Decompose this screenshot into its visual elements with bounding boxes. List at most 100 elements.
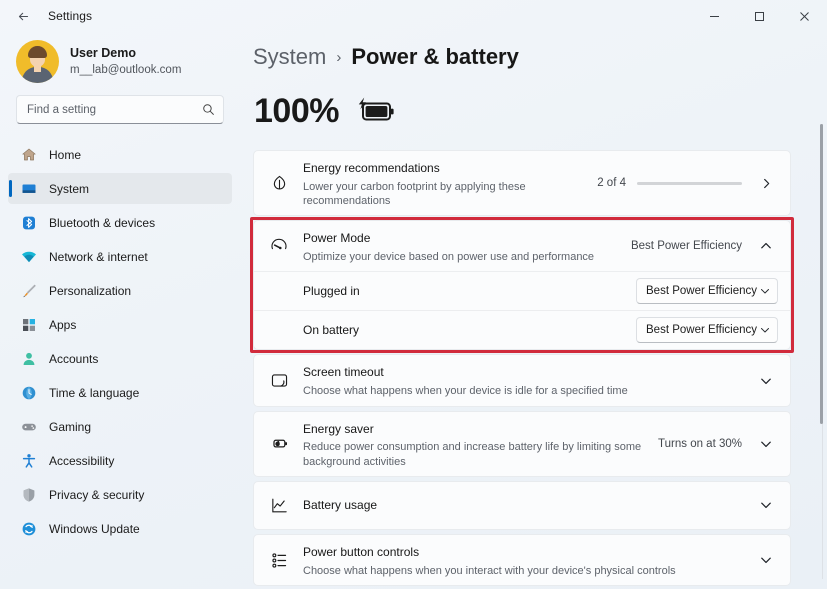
card-right: [753, 547, 779, 573]
sidebar-item-privacy-security[interactable]: Privacy & security: [8, 479, 232, 510]
card-row[interactable]: Power Mode Optimize your device based on…: [254, 221, 790, 271]
breadcrumb: System › Power & battery: [253, 32, 791, 82]
shield-icon: [20, 486, 37, 503]
card-title: Power Mode: [303, 231, 371, 246]
card-text: Screen timeout Choose what happens when …: [303, 362, 740, 398]
sidebar-item-label: System: [49, 181, 90, 196]
card-right: [753, 368, 779, 394]
wifi-icon: [20, 248, 37, 265]
card-title: Battery usage: [303, 498, 378, 513]
card-row[interactable]: Energy recommendations Lower your carbon…: [254, 151, 790, 215]
sidebar-item-label: Home: [49, 147, 82, 162]
sidebar-item-bluetooth-devices[interactable]: Bluetooth & devices: [8, 207, 232, 238]
chevron-right-icon[interactable]: [753, 170, 779, 196]
power-mode-row-on-battery: On battery Best Power Efficiency: [254, 310, 790, 349]
leaf-icon: [268, 172, 290, 194]
list-controls-icon: [268, 549, 290, 571]
chevron-up-icon[interactable]: [753, 233, 779, 259]
minimize-button[interactable]: [692, 0, 737, 32]
card-screen-timeout[interactable]: Screen timeout Choose what happens when …: [253, 354, 791, 407]
recommendations-count: 2 of 4: [597, 177, 626, 190]
card-right: Turns on at 30%: [658, 431, 779, 457]
sidebar-item-accessibility[interactable]: Accessibility: [8, 445, 232, 476]
scrollbar-thumb[interactable]: [820, 124, 823, 424]
sidebar-item-label: Apps: [49, 317, 77, 332]
plugged-in-dropdown[interactable]: Best Power Efficiency: [636, 278, 778, 305]
row-label: Plugged in: [303, 284, 360, 299]
close-button[interactable]: [782, 0, 827, 32]
page-title: Power & battery: [351, 44, 519, 69]
chevron-down-icon[interactable]: [753, 547, 779, 573]
card-power-button-controls[interactable]: Power button controls Choose what happen…: [253, 533, 791, 587]
card-right: [753, 492, 779, 518]
gamepad-icon: [20, 418, 37, 435]
sidebar-item-label: Network & internet: [49, 249, 148, 264]
search-box[interactable]: [16, 95, 224, 124]
sidebar-item-personalization[interactable]: Personalization: [8, 275, 232, 306]
card-energy-saver[interactable]: Energy saver Reduce power consumption an…: [253, 410, 791, 477]
main-content: System › Power & battery 100% Energy rec…: [240, 32, 827, 589]
power-mode-row-plugged-in: Plugged in Best Power Efficiency: [254, 271, 790, 310]
search-icon[interactable]: [202, 103, 215, 116]
row-label: On battery: [303, 323, 360, 338]
card-title: Energy saver: [303, 421, 374, 436]
recommendations-progress-bar: [637, 181, 742, 185]
sidebar-item-accounts[interactable]: Accounts: [8, 343, 232, 374]
card-row[interactable]: Screen timeout Choose what happens when …: [254, 355, 790, 405]
sidebar-item-gaming[interactable]: Gaming: [8, 411, 232, 442]
card-subtitle: Choose what happens when you interact wi…: [303, 564, 676, 577]
person-icon: [20, 350, 37, 367]
account-email: m__lab@outlook.com: [70, 63, 182, 76]
dropdown-value: Best Power Efficiency: [646, 285, 758, 298]
back-arrow-icon[interactable]: [6, 1, 40, 31]
chevron-down-icon[interactable]: [753, 431, 779, 457]
dropdown-value: Best Power Efficiency: [646, 324, 758, 337]
sidebar-item-apps[interactable]: Apps: [8, 309, 232, 340]
card-row[interactable]: Power button controls Choose what happen…: [254, 535, 790, 585]
card-right: Best Power Efficiency: [631, 233, 779, 259]
avatar: [16, 40, 59, 83]
home-icon: [20, 146, 37, 163]
sidebar-item-network-internet[interactable]: Network & internet: [8, 241, 232, 272]
card-subtitle: Reduce power consumption and increase ba…: [303, 441, 642, 468]
screen-timeout-icon: [268, 370, 290, 392]
maximize-button[interactable]: [737, 0, 782, 32]
card-energy-recommendations[interactable]: Energy recommendations Lower your carbon…: [253, 150, 791, 217]
card-subtitle: Lower your carbon footprint by applying …: [303, 180, 526, 208]
paintbrush-icon: [20, 282, 37, 299]
battery-charging-icon: [354, 96, 396, 126]
battery-percent: 100%: [254, 91, 339, 130]
settings-cards: Energy recommendations Lower your carbon…: [253, 150, 791, 587]
update-refresh-icon: [20, 520, 37, 537]
chevron-down-icon[interactable]: [753, 492, 779, 518]
scrollbar[interactable]: [819, 124, 824, 579]
on-battery-dropdown[interactable]: Best Power Efficiency: [636, 317, 778, 344]
sidebar-item-system[interactable]: System: [8, 173, 232, 204]
bluetooth-icon: [20, 214, 37, 231]
sidebar-item-time-language[interactable]: Time & language: [8, 377, 232, 408]
settings-window: Settings User Demo m__lab@outlook.com Fi…: [0, 0, 827, 589]
card-subtitle: Optimize your device based on power use …: [303, 251, 595, 264]
card-text: Energy saver Reduce power consumption an…: [303, 419, 645, 469]
chevron-down-icon[interactable]: [753, 368, 779, 394]
card-battery-usage[interactable]: Battery usage: [253, 480, 791, 530]
search-input[interactable]: [27, 103, 202, 116]
speedometer-icon: [268, 235, 290, 257]
breadcrumb-parent[interactable]: System: [253, 44, 326, 70]
sidebar-item-label: Accounts: [49, 351, 99, 366]
sidebar-item-label: Bluetooth & devices: [49, 215, 156, 230]
card-text: Power Mode Optimize your device based on…: [303, 228, 618, 264]
card-row[interactable]: Energy saver Reduce power consumption an…: [254, 412, 790, 476]
card-title: Power button controls: [303, 544, 420, 559]
sidebar-item-label: Time & language: [49, 385, 140, 400]
power-mode-value: Best Power Efficiency: [630, 240, 742, 253]
card-power-mode[interactable]: Power Mode Optimize your device based on…: [253, 220, 791, 351]
card-row[interactable]: Battery usage: [254, 482, 790, 529]
sidebar-item-windows-update[interactable]: Windows Update: [8, 513, 232, 544]
sidebar-item-home[interactable]: Home: [8, 139, 232, 170]
clock-globe-icon: [20, 384, 37, 401]
account-block[interactable]: User Demo m__lab@outlook.com: [0, 32, 240, 95]
card-text: Energy recommendations Lower your carbon…: [303, 158, 584, 208]
chevron-right-icon: ›: [336, 49, 342, 66]
energy-saver-value: Turns on at 30%: [658, 437, 742, 450]
